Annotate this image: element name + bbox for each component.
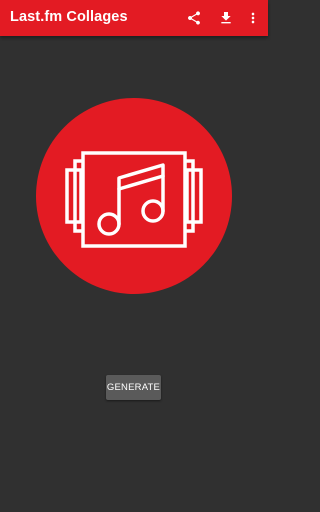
app-bar: Last.fm Collages [0, 0, 268, 36]
share-icon [188, 11, 200, 25]
app-screen: Last.fm Collages GENERATE [0, 0, 268, 512]
generate-button[interactable]: GENERATE [106, 375, 161, 400]
download-button[interactable] [214, 6, 238, 30]
album-frame-front [81, 151, 187, 248]
share-button[interactable] [182, 6, 206, 30]
more-vert-icon [251, 12, 255, 24]
music-collage-logo [36, 98, 232, 294]
app-title: Last.fm Collages [10, 9, 128, 25]
download-icon [221, 12, 231, 24]
more-options-button[interactable] [241, 6, 265, 30]
